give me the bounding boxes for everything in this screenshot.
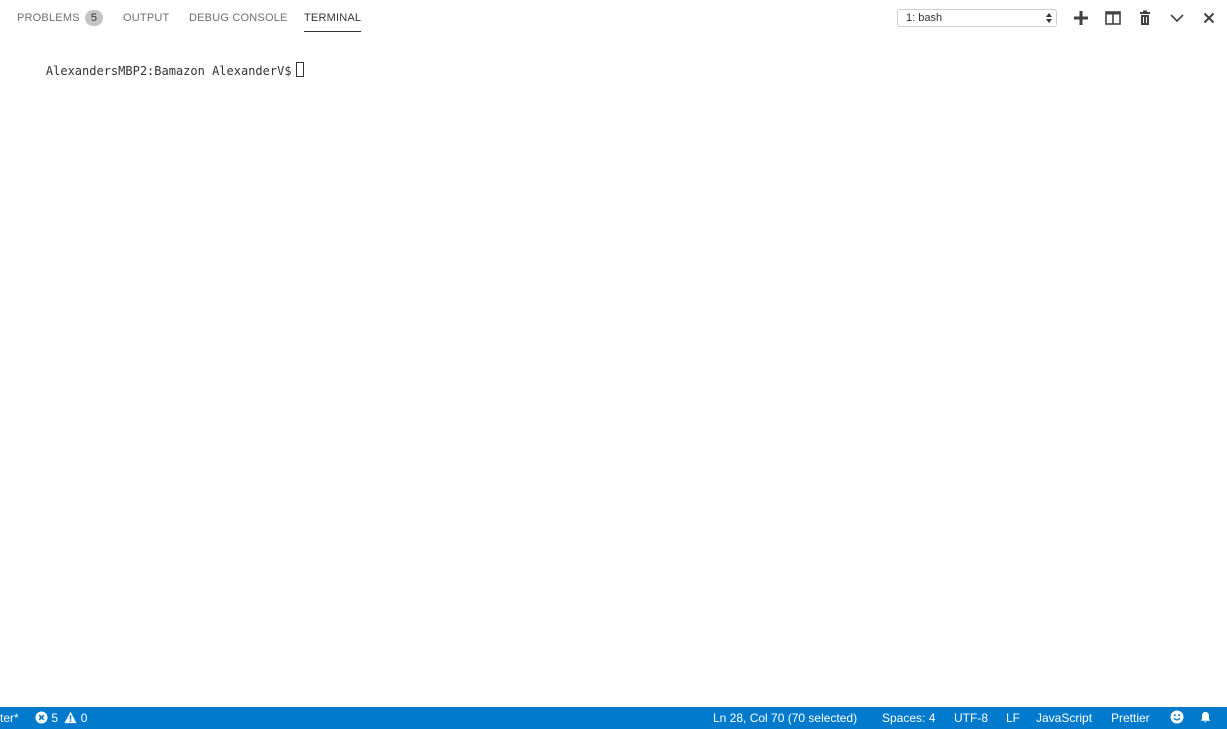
maximize-panel-button[interactable]: [1168, 9, 1186, 27]
status-encoding-label: UTF-8: [954, 711, 988, 725]
terminal-select-value: 1: bash: [906, 12, 943, 24]
error-icon: [35, 711, 48, 724]
close-panel-button[interactable]: [1200, 9, 1218, 27]
status-branch[interactable]: ter*: [0, 707, 19, 729]
status-indentation[interactable]: Spaces: 4: [882, 707, 935, 729]
split-terminal-button[interactable]: [1104, 9, 1122, 27]
status-language-label: JavaScript: [1036, 711, 1093, 725]
status-encoding[interactable]: UTF-8: [954, 707, 988, 729]
problems-count-badge: 5: [85, 10, 103, 26]
tab-terminal[interactable]: TERMINAL: [304, 11, 362, 32]
tab-debug-console[interactable]: DEBUG CONSOLE: [189, 11, 288, 31]
chevron-down-icon: [1170, 14, 1184, 23]
panel-tabs-bar: PROBLEMS 5 OUTPUT DEBUG CONSOLE TERMINAL…: [0, 0, 1227, 36]
tab-terminal-label: TERMINAL: [304, 12, 362, 24]
tab-output[interactable]: OUTPUT: [123, 11, 169, 31]
status-warning-count: 0: [80, 711, 88, 725]
kill-terminal-button[interactable]: [1136, 9, 1154, 27]
bell-icon: [1200, 711, 1211, 723]
close-icon: [1203, 12, 1215, 24]
status-language[interactable]: JavaScript: [1036, 707, 1092, 729]
trash-icon: [1140, 10, 1150, 25]
smiley-icon: [1170, 710, 1184, 724]
tab-problems-label: PROBLEMS: [17, 12, 80, 24]
status-branch-label: ter*: [0, 711, 19, 725]
notifications-button[interactable]: [1199, 707, 1212, 729]
status-problems[interactable]: 5 0: [35, 707, 87, 729]
status-cursor-position-label: Ln 28, Col 70 (70 selected): [713, 711, 858, 725]
terminal-prompt: AlexandersMBP2:Bamazon AlexanderV$: [45, 64, 292, 78]
terminal-select[interactable]: 1: bash: [897, 9, 1057, 27]
warning-icon: [64, 711, 77, 724]
feedback-button[interactable]: [1170, 707, 1184, 729]
new-terminal-button[interactable]: [1072, 9, 1090, 27]
status-indentation-label: Spaces: 4: [882, 711, 936, 725]
status-error-count: 5: [51, 711, 59, 725]
tab-problems[interactable]: PROBLEMS 5: [17, 10, 103, 31]
tab-output-label: OUTPUT: [123, 12, 170, 24]
status-formatter-label: Prettier: [1111, 711, 1150, 725]
status-formatter[interactable]: Prettier: [1111, 707, 1150, 729]
terminal-panel: PROBLEMS 5 OUTPUT DEBUG CONSOLE TERMINAL…: [0, 0, 1227, 707]
status-eol[interactable]: LF: [1006, 707, 1020, 729]
split-icon: [1105, 11, 1121, 25]
terminal-cursor: [295, 62, 304, 77]
tab-debug-console-label: DEBUG CONSOLE: [189, 12, 288, 24]
status-cursor-position[interactable]: Ln 28, Col 70 (70 selected): [713, 707, 857, 729]
select-arrows-icon: [1046, 13, 1052, 23]
status-eol-label: LF: [1006, 711, 1021, 725]
terminal-output[interactable]: AlexandersMBP2:Bamazon AlexanderV$: [17, 46, 304, 95]
status-bar: ter* 5 0 Ln 28, Col 70 (70 selected) Spa…: [0, 707, 1227, 729]
plus-icon: [1074, 11, 1088, 25]
